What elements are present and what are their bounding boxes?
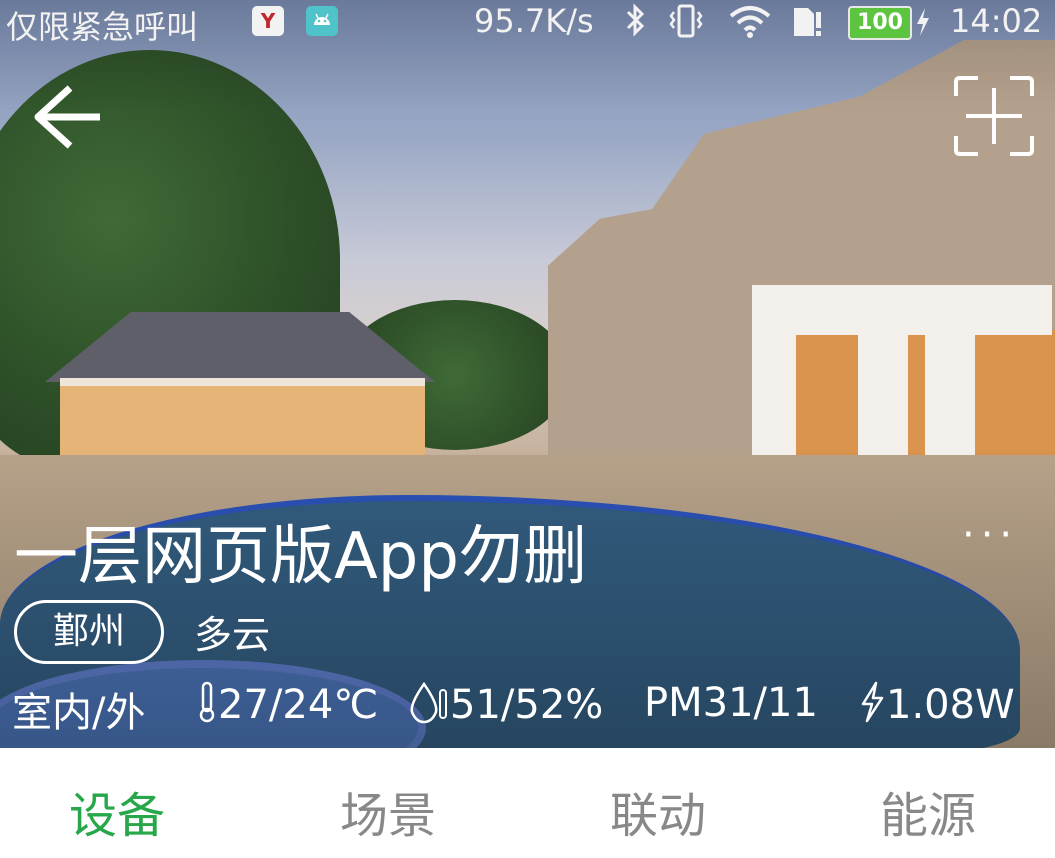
bottom-tab-bar: 设备 场景 联动 能源 <box>0 748 1055 858</box>
tab-automation[interactable]: 联动 <box>558 776 758 846</box>
tab-energy[interactable]: 能源 <box>828 776 1028 846</box>
power-value: 1.08W <box>886 682 1015 728</box>
vibrate-icon <box>668 4 704 38</box>
yandex-icon: Y <box>252 6 284 36</box>
status-bar: 仅限紧急呼叫 Y 95.7K/s 100 14:02 <box>0 0 1055 46</box>
arrow-left-icon <box>34 85 100 149</box>
indoor-outdoor-label: 室内/外 <box>12 690 146 736</box>
net-speed: 95.7K/s <box>474 2 594 40</box>
weather-text: 多云 <box>194 613 271 657</box>
droplet-icon <box>410 681 447 724</box>
tab-scenes[interactable]: 场景 <box>288 776 488 846</box>
scan-add-icon <box>954 76 1034 156</box>
wifi-icon <box>728 4 772 46</box>
city-selector[interactable]: 鄞州 <box>14 600 164 664</box>
power-metric: 1.08W <box>858 680 1015 728</box>
bluetooth-icon <box>622 2 650 46</box>
scan-add-button[interactable] <box>952 74 1036 158</box>
android-icon <box>306 6 338 36</box>
thermometer-icon <box>199 681 215 723</box>
charging-icon <box>914 6 932 46</box>
temperature-metric: 27/24℃ <box>196 680 378 728</box>
home-title: 一层网页版App勿删 <box>14 520 588 594</box>
clock-time: 14:02 <box>950 2 1043 40</box>
sim-alert-icon <box>790 6 826 46</box>
battery-icon: 100 <box>848 6 912 40</box>
humidity-metric: 51/52% <box>408 680 603 728</box>
tab-devices[interactable]: 设备 <box>17 776 217 846</box>
pm-value: PM31/11 <box>644 680 818 726</box>
back-button[interactable] <box>30 82 106 152</box>
humidity-value: 51/52% <box>450 682 604 728</box>
more-button[interactable]: ··· <box>962 515 1042 560</box>
temperature-value: 27/24℃ <box>218 682 379 728</box>
lightning-icon <box>861 681 884 723</box>
carrier-text: 仅限紧急呼叫 <box>6 8 199 46</box>
